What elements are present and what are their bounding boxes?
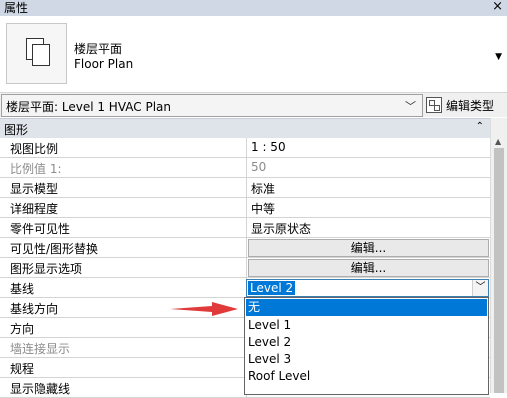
property-name: 视图比例 [10,142,59,156]
property-name: 比例值 1: [10,162,62,176]
property-name: 图形显示选项 [10,262,83,276]
panel-title-bar: 属性 × [0,0,507,16]
property-value: 中等 [251,202,276,216]
property-value-cell[interactable]: 1 : 50 [246,138,490,157]
property-name: 墙连接显示 [10,342,71,356]
property-value: 1 : 50 [251,140,286,154]
floor-plan-icon [6,23,67,84]
instance-selector[interactable]: 楼层平面: Level 1 HVAC Plan ﹀ [1,94,423,117]
property-name: 基线方向 [10,302,59,316]
dropdown-option[interactable]: Level 2 [246,334,487,351]
group-title: 图形 [4,123,29,137]
edit-display-options-button[interactable]: 编辑... [248,259,489,277]
property-name: 可见性/图形替换 [10,242,99,256]
property-row: 比例值 1: 50 [0,158,490,178]
collapse-icon[interactable]: ⌃ [476,121,484,132]
property-value-cell: 编辑... [246,258,490,277]
type-dropdown-arrow-icon[interactable]: ▼ [495,52,502,62]
edit-type-button[interactable]: 编辑类型 [426,95,506,115]
property-value-cell[interactable]: 中等 [246,198,490,217]
property-value-cell: 编辑... [246,238,490,257]
scrollbar-thumb[interactable] [494,148,504,393]
property-name: 规程 [10,362,35,376]
dropdown-option[interactable]: 无 [246,299,487,316]
base-level-dropdown-list: 无 Level 1 Level 2 Level 3 Roof Level [244,297,489,395]
group-header-graphics[interactable]: 图形 ⌃ [0,118,490,138]
instance-row: 楼层平面: Level 1 HVAC Plan ﹀ 编辑类型 [0,93,507,117]
property-row[interactable]: 视图比例 1 : 50 [0,138,490,158]
property-value-cell: 50 [246,158,490,177]
close-icon[interactable]: × [492,0,503,15]
panel-title: 属性 [4,1,29,15]
type-name-cn: 楼层平面 [74,42,123,56]
property-row[interactable]: 详细程度 中等 [0,198,490,218]
edit-type-icon [426,97,442,113]
property-row: 图形显示选项 编辑... [0,258,490,278]
type-selector[interactable]: 楼层平面 Floor Plan ▼ [0,16,507,93]
dropdown-option[interactable]: Level 3 [246,351,487,368]
property-name: 零件可见性 [10,222,71,236]
chevron-down-icon[interactable]: ﹀ [472,280,488,296]
edit-type-label: 编辑类型 [446,99,495,113]
property-name: 基线 [10,282,35,296]
instance-label: 楼层平面: Level 1 HVAC Plan [6,100,171,114]
property-row[interactable]: 零件可见性 显示原状态 [0,218,490,238]
property-name: 显示隐藏线 [10,382,71,396]
property-value-cell[interactable]: 显示原状态 [246,218,490,237]
scroll-up-icon[interactable]: ▲ [495,137,501,146]
annotation-arrow-icon [170,302,238,316]
property-row[interactable]: 显示模型 标准 [0,178,490,198]
property-name: 方向 [10,322,35,336]
property-name: 详细程度 [10,202,59,216]
dropdown-option[interactable]: Roof Level [246,368,487,385]
chevron-down-icon[interactable]: ﹀ [405,98,416,114]
dropdown-option[interactable]: Level 1 [246,317,487,334]
property-value-cell[interactable]: 标准 [246,178,490,197]
property-value: 标准 [251,182,276,196]
property-value: 显示原状态 [251,222,312,236]
type-name-en: Floor Plan [74,57,134,71]
combobox-selected-value: Level 2 [248,281,296,295]
property-name: 显示模型 [10,182,59,196]
base-level-combobox[interactable]: Level 2 ﹀ [246,279,489,297]
property-value: 50 [251,160,267,174]
edit-visibility-button[interactable]: 编辑... [248,239,489,257]
property-row: 可见性/图形替换 编辑... [0,238,490,258]
vertical-scrollbar[interactable]: ▲ [490,118,507,393]
